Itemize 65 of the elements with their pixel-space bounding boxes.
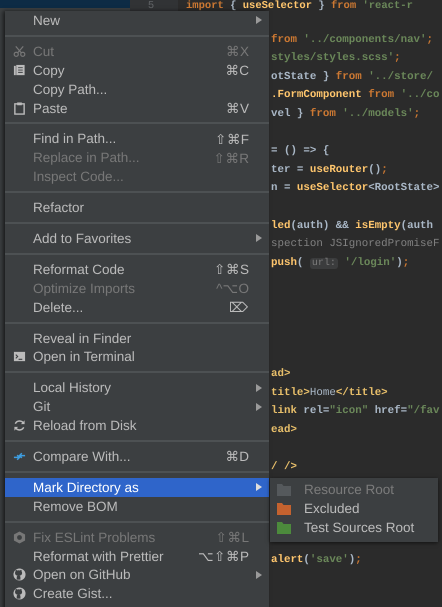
code-line: ter = useRouter(); — [271, 164, 388, 176]
menu-item[interactable]: Find in Path... ⇧⌘F — [5, 129, 269, 148]
shortcut-label: ⌥⇧⌘P — [198, 549, 249, 564]
code-line: otState } from '../store/ — [271, 70, 433, 83]
menu-item[interactable]: New — [5, 11, 269, 30]
copy-icon — [12, 64, 26, 77]
code-line: import { useSelector } from 'react-r — [186, 2, 413, 11]
code-line: led(auth) && isEmpty(auth — [271, 220, 434, 232]
code-line: / /> — [271, 461, 297, 474]
menu-item[interactable]: Test Sources Root — [270, 518, 438, 537]
submenu-arrow-icon — [256, 483, 262, 492]
shortcut-label: ⌘V — [226, 101, 249, 116]
menu-item[interactable]: Open on GitHub — [5, 565, 269, 584]
menu-item[interactable]: Add to Favorites — [5, 229, 269, 248]
shortcut-label: ⌦ — [229, 300, 249, 316]
menu-item[interactable]: Delete... ⌦ — [5, 298, 269, 317]
code-line: ad> — [271, 368, 290, 380]
menu-item[interactable]: Refactor — [5, 198, 269, 218]
code-line: .FormComponent from '../co — [271, 89, 440, 102]
menu-item[interactable]: Copy Path... — [5, 80, 269, 99]
menu-item[interactable]: Open in Terminal — [5, 347, 269, 366]
code-line: n = useSelector<RootState> — [271, 182, 440, 194]
hexagon-icon — [12, 530, 26, 544]
submenu-arrow-icon — [256, 16, 262, 24]
menu-item[interactable]: Git — [5, 397, 269, 416]
menu-item[interactable]: Copy ⌘C — [5, 60, 269, 80]
shortcut-label: ⇧⌘R — [213, 150, 249, 166]
menu-item[interactable]: Reformat with Prettier ⌥⇧⌘P — [5, 546, 269, 566]
submenu-arrow-icon — [256, 384, 262, 392]
code-line: ead> — [271, 424, 297, 436]
code-line: = () => { — [271, 145, 330, 158]
submenu-arrow-icon — [256, 402, 262, 411]
shortcut-label: ^⌥O — [216, 281, 249, 296]
clipboard-icon — [12, 102, 26, 114]
code-line: title>Home</title> — [271, 386, 388, 399]
cat-logo-icon — [12, 587, 26, 600]
cat-logo-icon — [12, 568, 26, 582]
menu-item[interactable]: Remove BOM — [5, 496, 269, 516]
refresh-icon — [12, 419, 26, 432]
menu-item[interactable]: Reformat Code ⇧⌘S — [5, 260, 269, 279]
menu-item[interactable]: Excluded — [270, 499, 438, 518]
menu-item[interactable]: Create Gist... — [5, 584, 269, 604]
scissors-icon — [12, 44, 26, 58]
submenu-arrow-icon — [256, 234, 262, 242]
submenu-arrow-icon — [256, 570, 262, 579]
menu-item[interactable]: Reveal in Finder — [5, 328, 269, 348]
shortcut-label: ⌘C — [225, 63, 249, 78]
terminal-icon — [12, 350, 26, 364]
code-line: styles/styles.scss'; — [271, 52, 401, 64]
code-line: push( url: '/login'); — [271, 256, 410, 269]
code-line: spection JSIgnoredPromiseF — [271, 238, 440, 250]
shortcut-label: ⇧⌘F — [214, 132, 249, 147]
shortcut-label: ⇧⌘L — [215, 530, 249, 546]
code-line: link rel="icon" href="/fav — [271, 405, 440, 418]
code-line: alert('save'); — [271, 554, 362, 566]
shortcut-label: ⇧⌘S — [214, 262, 249, 278]
menu-item[interactable]: Compare With... ⌘D — [5, 447, 269, 466]
menu-item[interactable]: Paste ⌘V — [5, 98, 269, 118]
menu-item[interactable]: Mark Directory as — [5, 478, 269, 497]
menu-item[interactable]: Reload from Disk — [5, 416, 269, 436]
code-line: from '../components/nav'; — [271, 34, 433, 46]
shortcut-label: ⌘X — [226, 44, 249, 60]
shortcut-label: ⌘D — [225, 449, 249, 464]
code-line: vel } from '../models'; — [271, 108, 420, 120]
menu-item[interactable]: Local History — [5, 378, 269, 398]
